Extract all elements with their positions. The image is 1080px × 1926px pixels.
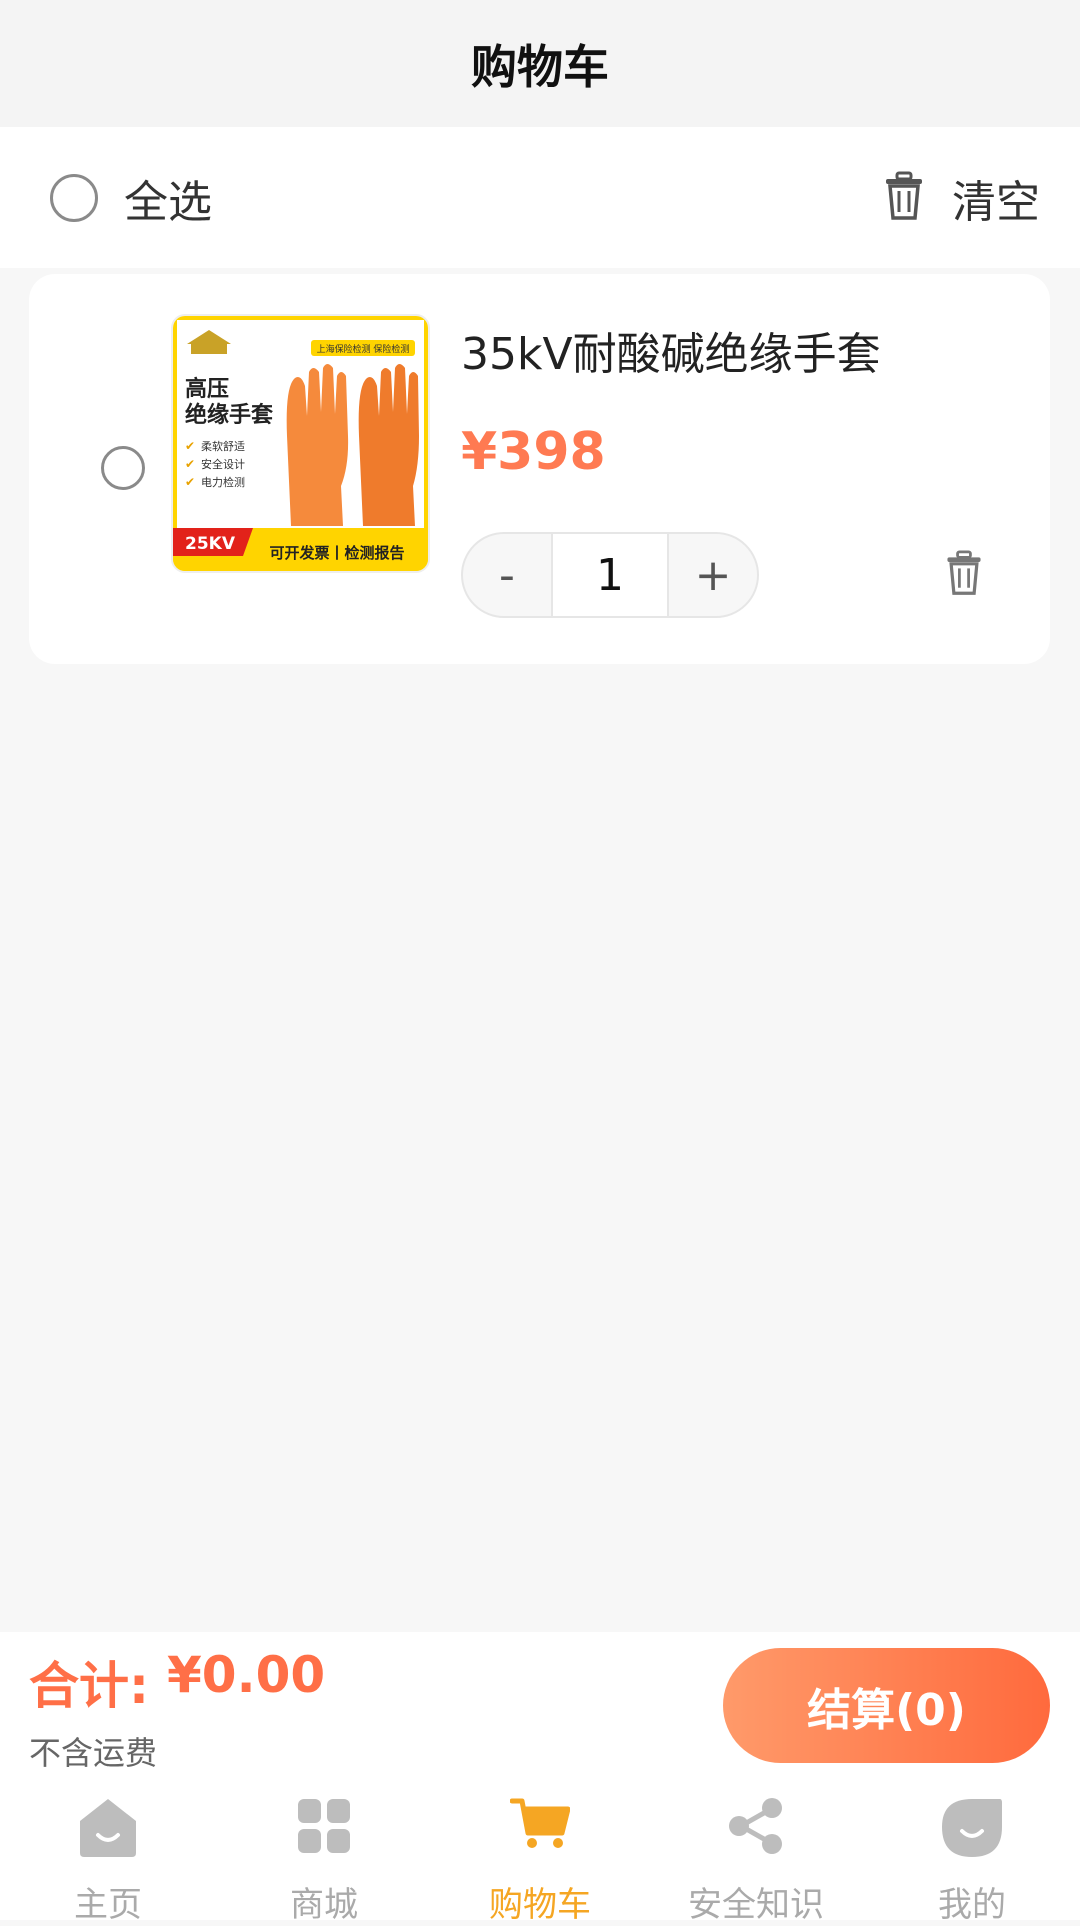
thumb-footer-text: 可开发票丨检测报告 — [269, 544, 404, 562]
select-all-toggle[interactable]: 全选 — [50, 166, 212, 230]
product-name[interactable]: 35kV耐酸碱绝缘手套 — [461, 318, 881, 382]
quantity-value[interactable]: 1 — [551, 534, 669, 616]
page-header: 购物车 — [0, 0, 1080, 127]
clear-cart-button[interactable]: 清空 — [884, 166, 1040, 230]
thumb-feature-1: 柔软舒适 — [201, 439, 245, 453]
select-bar: 全选 清空 — [0, 127, 1080, 268]
thumb-top-badge: 上海保险检测 保险检测 — [317, 343, 410, 355]
tab-cart-label: 购物车 — [489, 1885, 591, 1925]
home-icon — [78, 1797, 138, 1863]
svg-text:✔: ✔ — [185, 457, 195, 471]
tab-safety[interactable]: 安全知识 — [648, 1777, 864, 1925]
cart-icon — [509, 1797, 571, 1855]
quantity-stepper: - 1 + — [461, 532, 759, 618]
tab-profile-label: 我的 — [938, 1885, 1006, 1925]
trash-icon — [947, 550, 981, 595]
tab-safety-label: 安全知识 — [688, 1885, 824, 1925]
total-line: 合计: ¥0.00 — [29, 1646, 325, 1718]
select-all-radio[interactable] — [50, 173, 98, 222]
thumb-feature-3: 电力检测 — [201, 475, 245, 489]
cart-item: 上海保险检测 保险检测 高压 绝缘手套 ✔ 柔软舒适 ✔ 安全设计 ✔ 电力检测… — [29, 274, 1050, 664]
bottom-tab-bar: 主页 商城 购物车 安全知识 我的 — [0, 1777, 1080, 1925]
select-all-label: 全选 — [124, 176, 212, 228]
delete-item-button[interactable] — [945, 550, 983, 600]
svg-text:✔: ✔ — [185, 439, 195, 453]
page-title: 购物车 — [471, 39, 609, 94]
product-thumbnail[interactable]: 上海保险检测 保险检测 高压 绝缘手套 ✔ 柔软舒适 ✔ 安全设计 ✔ 电力检测… — [171, 314, 430, 573]
total-value: ¥0.00 — [167, 1646, 326, 1704]
increase-quantity-button[interactable]: + — [669, 534, 757, 616]
tab-home-label: 主页 — [74, 1885, 142, 1925]
profile-icon — [940, 1797, 1004, 1863]
product-price: ¥398 — [461, 422, 606, 482]
tab-home[interactable]: 主页 — [0, 1777, 216, 1925]
tab-mall[interactable]: 商城 — [216, 1777, 432, 1925]
shipping-note: 不含运费 — [29, 1734, 158, 1772]
decrease-quantity-button[interactable]: - — [463, 534, 551, 616]
total-label: 合计: — [29, 1657, 149, 1715]
thumb-headline-2: 绝缘手套 — [185, 402, 273, 428]
trash-icon — [884, 171, 924, 225]
tab-cart[interactable]: 购物车 — [432, 1777, 648, 1925]
checkout-bar: 合计: ¥0.00 不含运费 结算(0) — [0, 1632, 1080, 1777]
thumb-voltage-badge: 25KV — [185, 534, 236, 554]
item-select-radio[interactable] — [101, 446, 145, 490]
thumb-headline-1: 高压 — [185, 376, 229, 402]
tab-mall-label: 商城 — [290, 1885, 358, 1925]
clear-cart-label: 清空 — [952, 176, 1040, 228]
share-icon — [727, 1797, 785, 1859]
svg-text:✔: ✔ — [185, 475, 195, 489]
grid-icon — [296, 1797, 352, 1859]
checkout-button[interactable]: 结算(0) — [723, 1648, 1050, 1763]
thumb-feature-2: 安全设计 — [201, 457, 245, 471]
tab-profile[interactable]: 我的 — [864, 1777, 1080, 1925]
